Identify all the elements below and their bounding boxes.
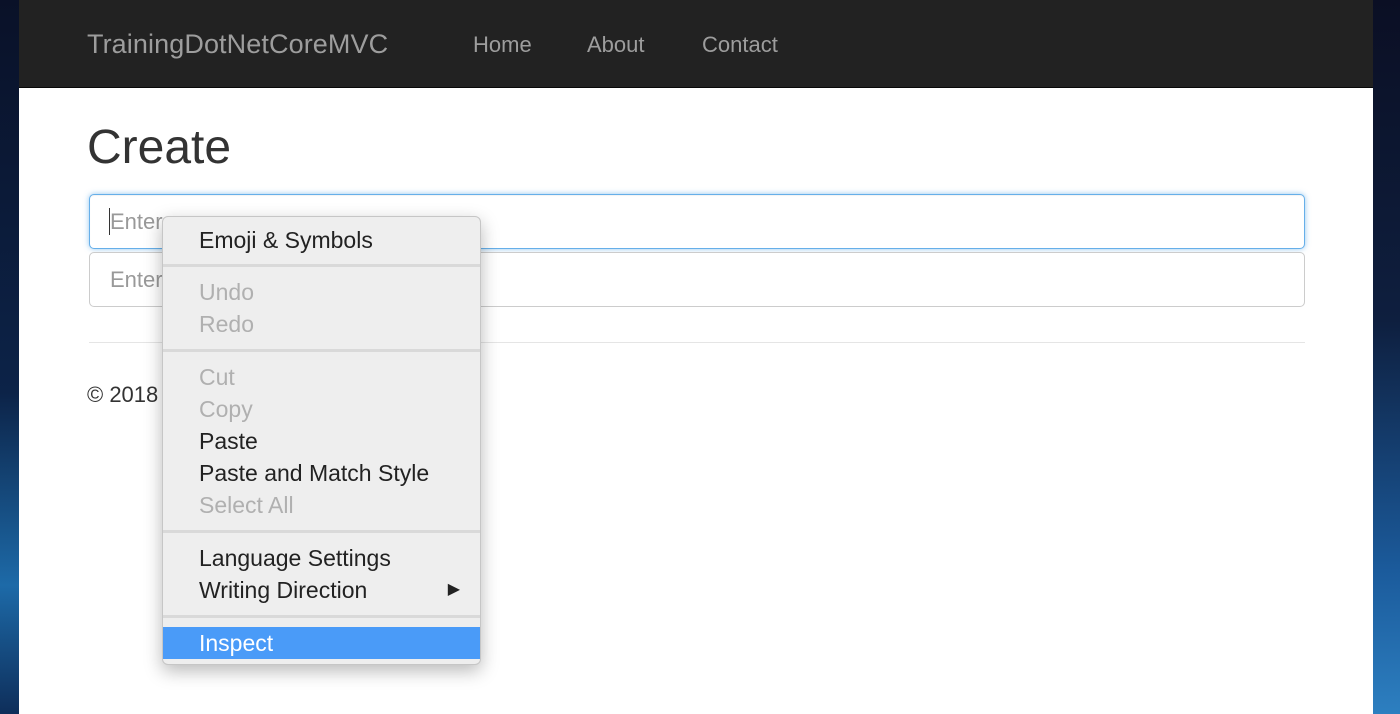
menu-separator [163, 615, 480, 618]
menu-item-undo[interactable]: Undo [163, 276, 480, 308]
navbar-brand[interactable]: TrainingDotNetCoreMVC [87, 26, 388, 62]
menu-item-select-all[interactable]: Select All [163, 489, 480, 521]
menu-item-emoji-symbols[interactable]: Emoji & Symbols [163, 224, 480, 256]
desktop-background-left [0, 0, 19, 714]
menu-item-cut[interactable]: Cut [163, 361, 480, 393]
context-menu: Emoji & Symbols Undo Redo Cut Copy Paste… [162, 216, 481, 665]
desktop-background-right [1373, 0, 1400, 714]
menu-item-copy[interactable]: Copy [163, 393, 480, 425]
page-title: Create [87, 121, 232, 174]
nav-link-contact[interactable]: Contact [702, 30, 778, 60]
text-caret [109, 208, 110, 235]
menu-separator [163, 264, 480, 267]
menu-item-writing-direction-label: Writing Direction [199, 577, 368, 603]
nav-link-about[interactable]: About [587, 30, 645, 60]
navbar: TrainingDotNetCoreMVC Home About Contact [19, 0, 1373, 88]
menu-item-paste[interactable]: Paste [163, 425, 480, 457]
menu-item-writing-direction[interactable]: Writing Direction ▶ [163, 574, 480, 606]
menu-item-language-settings[interactable]: Language Settings [163, 542, 480, 574]
nav-link-home[interactable]: Home [473, 30, 532, 60]
menu-item-redo[interactable]: Redo [163, 308, 480, 340]
menu-separator [163, 349, 480, 352]
triangle-right-icon: ▶ [447, 581, 460, 598]
menu-item-paste-match-style[interactable]: Paste and Match Style [163, 457, 480, 489]
menu-item-inspect[interactable]: Inspect [163, 627, 480, 659]
footer-copyright: © 2018 [87, 382, 159, 407]
menu-separator [163, 530, 480, 533]
